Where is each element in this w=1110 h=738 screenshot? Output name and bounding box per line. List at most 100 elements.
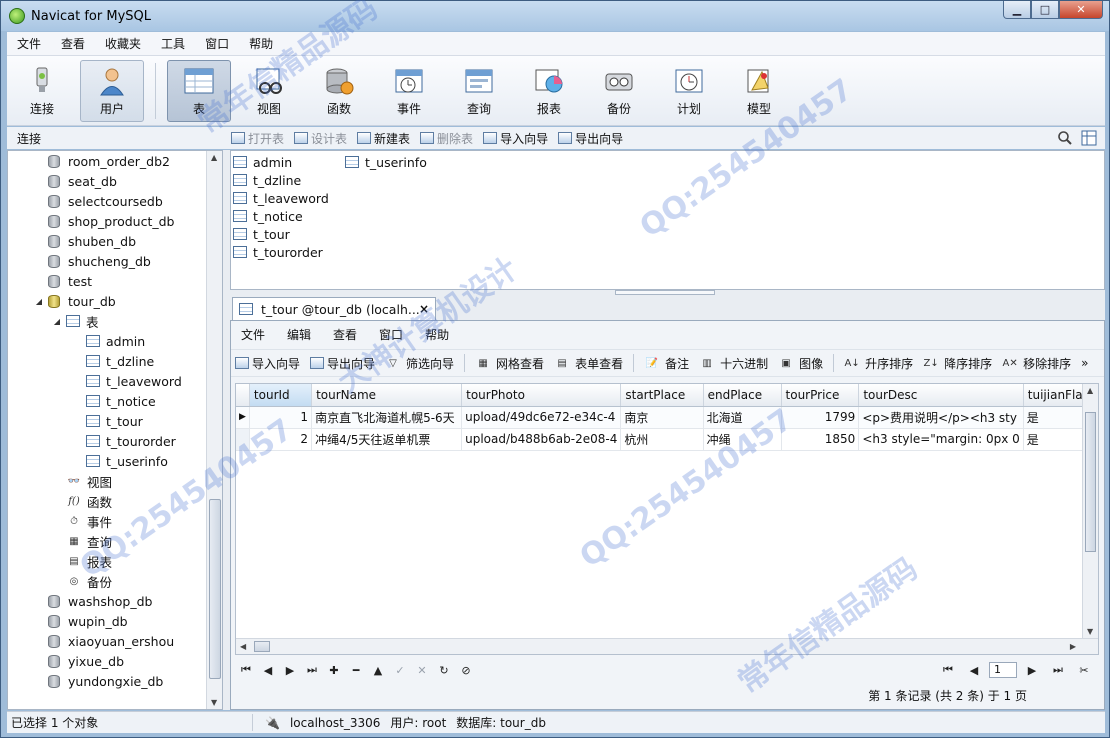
cell[interactable]: 1 — [249, 406, 313, 429]
previous-page-icon[interactable]: ◀ — [963, 664, 985, 677]
tree-table-t-tour[interactable]: t_tour — [8, 411, 222, 431]
connect-button[interactable]: 连接 — [10, 60, 74, 122]
tree-db-test[interactable]: test — [8, 271, 222, 291]
editor-menu-help[interactable]: 帮助 — [417, 323, 463, 347]
tree-db-wupin-db[interactable]: wupin_db — [8, 611, 222, 631]
tree-table-t-userinfo[interactable]: t_userinfo — [8, 451, 222, 471]
cell[interactable]: 冲绳 — [703, 428, 782, 451]
tree-node-views[interactable]: 👓 视图 — [8, 471, 222, 491]
cell[interactable]: 1799 — [781, 406, 860, 429]
vertical-splitter[interactable] — [223, 150, 230, 710]
remove-sort-button[interactable]: A✕ 移除排序 — [1002, 355, 1072, 372]
table-row[interactable]: ▶ 1 南京直飞北海道札幌5-6天 upload/49dc6e72-e34c-4… — [236, 406, 1098, 429]
first-record-icon[interactable]: ⏮ — [235, 663, 257, 677]
tree-table-t-dzline[interactable]: t_dzline — [8, 351, 222, 371]
view-button[interactable]: 视图 — [237, 60, 301, 122]
tree-db-washshop-db[interactable]: washshop_db — [8, 591, 222, 611]
object-item-t-leaveword[interactable]: t_leaveword — [233, 189, 329, 207]
refresh-icon[interactable]: ↻ — [433, 664, 455, 677]
cell[interactable]: <p>费用说明</p><h3 sty — [858, 406, 1024, 429]
export-wizard-button[interactable]: 导出向导 — [310, 355, 375, 372]
tree-node-reports[interactable]: ▤ 报表 — [8, 551, 222, 571]
cell[interactable]: 2 — [249, 428, 313, 451]
tree-db-seat-db[interactable]: seat_db — [8, 171, 222, 191]
menu-favorites[interactable]: 收藏夹 — [95, 32, 151, 56]
function-button[interactable]: 函数 — [307, 60, 371, 122]
move-up-icon[interactable]: ▲ — [367, 664, 389, 677]
memo-button[interactable]: 📝 备注 — [644, 355, 689, 372]
discard-changes-icon[interactable]: ✕ — [411, 664, 433, 677]
tree-node-backups[interactable]: ◎ 备份 — [8, 571, 222, 591]
menu-view[interactable]: 查看 — [51, 32, 95, 56]
page-settings-icon[interactable]: ✂ — [1073, 664, 1095, 677]
next-record-icon[interactable]: ▶ — [279, 664, 301, 677]
column-header[interactable]: tourDesc — [858, 384, 1024, 407]
menu-file[interactable]: 文件 — [7, 32, 51, 56]
tree-node-queries[interactable]: ▦ 查询 — [8, 531, 222, 551]
table-button[interactable]: 表 — [167, 59, 231, 122]
collapse-arrow-icon[interactable]: ◢ — [52, 317, 62, 326]
object-item-admin[interactable]: admin — [233, 153, 329, 171]
report-button[interactable]: 报表 — [517, 60, 581, 122]
cell[interactable]: 北海道 — [703, 406, 782, 429]
schedule-button[interactable]: 计划 — [657, 60, 721, 122]
tree-scroll-thumb[interactable] — [209, 499, 221, 679]
scroll-up-arrow-icon[interactable]: ▲ — [1087, 386, 1093, 395]
tree-db-yixue-db[interactable]: yixue_db — [8, 651, 222, 671]
cell[interactable]: 南京直飞北海道札幌5-6天 — [311, 406, 463, 429]
form-view-button[interactable]: ▤ 表单查看 — [554, 355, 623, 372]
design-table-button[interactable]: 设计表 — [294, 130, 347, 147]
sort-ascending-button[interactable]: A↓ 升序排序 — [844, 355, 914, 372]
tree-db-tour-db[interactable]: ◢ tour_db — [8, 291, 222, 311]
menu-window[interactable]: 窗口 — [195, 32, 239, 56]
hex-button[interactable]: ▥ 十六进制 — [699, 355, 768, 372]
object-item-t-tour[interactable]: t_tour — [233, 225, 329, 243]
scroll-down-arrow-icon[interactable]: ▼ — [1087, 627, 1093, 636]
import-wizard-button[interactable]: 导入向导 — [483, 130, 548, 147]
scroll-up-arrow-icon[interactable]: ▲ — [211, 153, 217, 162]
first-page-icon[interactable]: ⏮ — [937, 663, 959, 677]
grid-view-button[interactable]: ▦ 网格查看 — [475, 355, 544, 372]
editor-menu-file[interactable]: 文件 — [233, 323, 279, 347]
scroll-down-arrow-icon[interactable]: ▼ — [211, 698, 217, 707]
cell[interactable]: <h3 style="margin: 0px 0 — [858, 428, 1024, 451]
tree-node-functions[interactable]: f() 函数 — [8, 491, 222, 511]
tree-table-t-tourorder[interactable]: t_tourorder — [8, 431, 222, 451]
grid-vertical-scrollbar[interactable]: ▲ ▼ — [1082, 384, 1098, 638]
object-item-t-tourorder[interactable]: t_tourorder — [233, 243, 329, 261]
backup-button[interactable]: 备份 — [587, 60, 651, 122]
add-record-icon[interactable]: ✚ — [323, 664, 345, 677]
close-button[interactable]: ✕ — [1059, 1, 1103, 19]
menu-help[interactable]: 帮助 — [239, 32, 283, 56]
tree-node-events[interactable]: ⏱ 事件 — [8, 511, 222, 531]
grid-horizontal-scrollbar[interactable]: ◀ ▶ — [236, 638, 1098, 654]
tree-db-shucheng-db[interactable]: shucheng_db — [8, 251, 222, 271]
delete-table-button[interactable]: 删除表 — [420, 130, 473, 147]
last-page-icon[interactable]: ⏭ — [1047, 663, 1069, 677]
cell[interactable]: upload/49dc6e72-e34c-4 — [461, 406, 622, 429]
object-item-t-userinfo[interactable]: t_userinfo — [345, 153, 427, 171]
tree-db-xiaoyuan-ershou[interactable]: xiaoyuan_ershou — [8, 631, 222, 651]
column-header[interactable]: tourName — [311, 384, 463, 407]
next-page-icon[interactable]: ▶ — [1021, 664, 1043, 677]
scroll-right-arrow-icon[interactable]: ▶ — [1070, 642, 1076, 651]
last-record-icon[interactable]: ⏭ — [301, 663, 323, 677]
column-header[interactable]: tourId — [249, 384, 313, 407]
object-item-t-dzline[interactable]: t_dzline — [233, 171, 329, 189]
editor-menu-window[interactable]: 窗口 — [371, 323, 417, 347]
grid-vertical-thumb[interactable] — [1085, 412, 1096, 552]
page-number-input[interactable]: 1 — [989, 662, 1017, 678]
tree-db-shop-product-db[interactable]: shop_product_db — [8, 211, 222, 231]
table-row[interactable]: 2 冲绳4/5天往返单机票 upload/b488b6ab-2e08-4 杭州 … — [236, 428, 1098, 451]
sort-descending-button[interactable]: Z↓ 降序排序 — [923, 355, 993, 372]
splitter-grip[interactable] — [615, 290, 715, 295]
filter-wizard-button[interactable]: ▽ 筛选向导 — [385, 355, 454, 372]
editor-menu-view[interactable]: 查看 — [325, 323, 371, 347]
collapse-arrow-icon[interactable]: ◢ — [34, 297, 44, 306]
image-button[interactable]: ▣ 图像 — [778, 355, 823, 372]
editor-menu-edit[interactable]: 编辑 — [279, 323, 325, 347]
tree-db-yundongxie-db[interactable]: yundongxie_db — [8, 671, 222, 691]
tab-close-icon[interactable]: × — [419, 302, 429, 316]
user-button[interactable]: 用户 — [80, 59, 144, 122]
tree-node-tables[interactable]: ◢ 表 — [8, 311, 222, 331]
